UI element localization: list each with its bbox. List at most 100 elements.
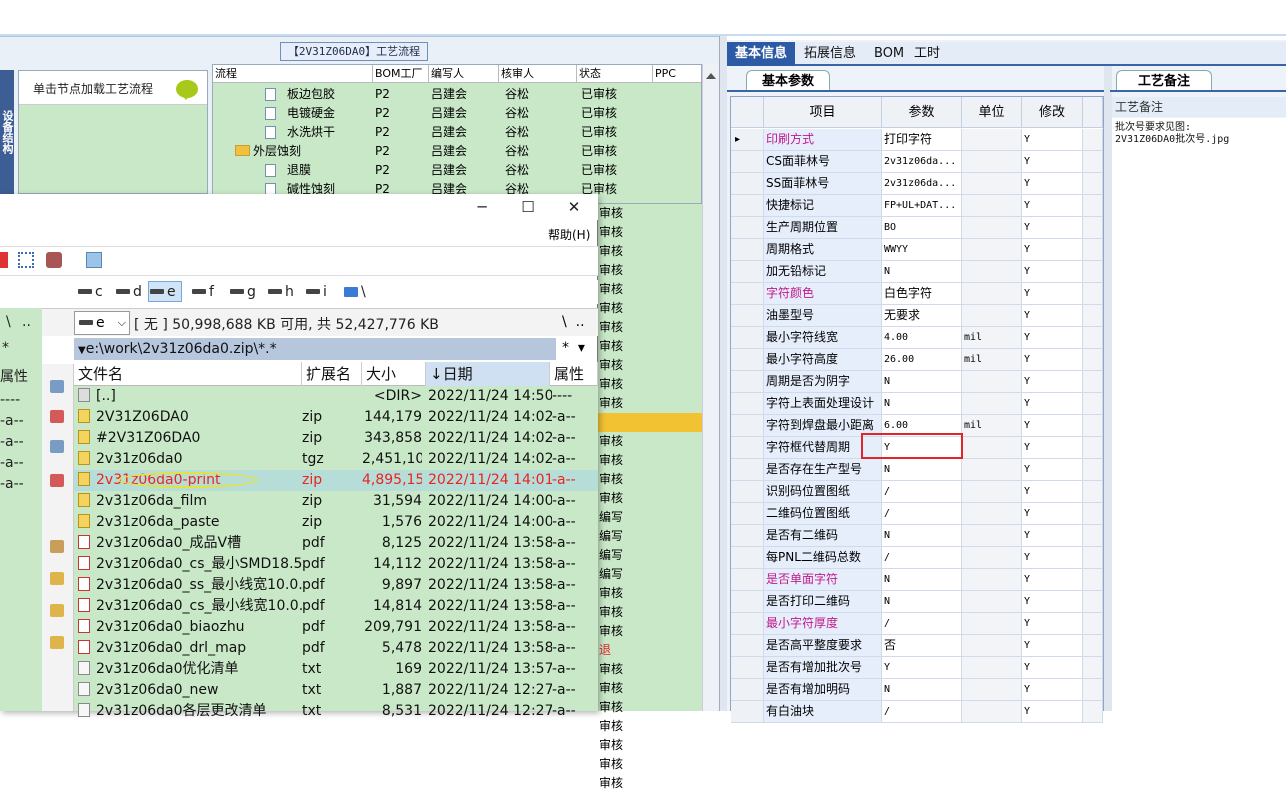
tree-header-flow[interactable]: 流程	[213, 65, 373, 83]
file-row[interactable]: 2v31z06da_paste zip 1,576 2022/11/24 14:00-…	[74, 512, 598, 533]
param-row[interactable]: 最小字符厚度 / Y	[731, 613, 1103, 635]
param-row[interactable]: 最小字符高度 26.00 mil Y	[731, 349, 1103, 371]
file-row[interactable]: 2v31z06da0优化清单 txt 169 2022/11/24 13:57 -a--	[74, 659, 598, 680]
file-row[interactable]: #2V31Z06DA0 zip 343,858 2022/11/24 14:02 -a-…	[74, 428, 598, 449]
param-modify[interactable]: Y	[1022, 239, 1083, 261]
param-row[interactable]: 字符上表面处理设计 N Y	[731, 393, 1103, 415]
file-row[interactable]: 2v31z06da0_ss_最小线宽10.0.. pdf 9,897 2022/11/…	[74, 575, 598, 596]
tree-header-ppc[interactable]: PPC	[653, 65, 701, 83]
param-modify[interactable]: Y	[1022, 173, 1083, 195]
notepad-icon[interactable]	[86, 252, 102, 268]
panel-splitter[interactable]	[719, 36, 727, 711]
search-icon[interactable]	[50, 380, 64, 393]
param-modify[interactable]: Y	[1022, 217, 1083, 239]
tree-row[interactable]: 板边包胶 P2 吕建会 谷松 已审核	[213, 85, 701, 104]
notes-text[interactable]: 批次号要求见图: 2V31Z06DA0批次号.jpg	[1112, 118, 1286, 711]
grid-header-param[interactable]: 参数	[882, 97, 962, 128]
param-value[interactable]: /	[882, 547, 962, 569]
param-row[interactable]: 有白油块 / Y	[731, 701, 1103, 723]
param-value[interactable]: N	[882, 591, 962, 613]
param-modify[interactable]: Y	[1022, 327, 1083, 349]
param-value[interactable]: 打印字符	[882, 129, 962, 151]
package-icon[interactable]	[46, 252, 62, 268]
file-row[interactable]: 2v31z06da_film zip 31,594 2022/11/24 14:00-…	[74, 491, 598, 512]
param-row[interactable]: 是否存在生产型号 N Y	[731, 459, 1103, 481]
notes-tab[interactable]: 工艺备注	[1116, 70, 1212, 92]
param-modify[interactable]: Y	[1022, 701, 1083, 723]
drive-combo[interactable]: e ⌵	[74, 311, 130, 335]
tree-row[interactable]: 外层蚀刻 P2 吕建会 谷松 已审核	[213, 142, 701, 161]
file-row[interactable]: 2v31z06da0_cs_最小SMD18.5 pdf 14,112 2022/11/…	[74, 554, 598, 575]
grid-icon[interactable]	[18, 252, 34, 268]
param-row[interactable]: 快捷标记 FP+UL+DAT... Y	[731, 195, 1103, 217]
drive-d[interactable]: d	[116, 284, 142, 300]
col-header-attr[interactable]: 属性	[550, 362, 598, 386]
current-path[interactable]: ▼e:\work\2v31z06da0.zip\*.*	[74, 338, 556, 360]
param-value[interactable]: 无要求	[882, 305, 962, 327]
grid-header-item[interactable]: 项目	[764, 97, 882, 128]
param-modify[interactable]: Y	[1022, 349, 1083, 371]
param-value[interactable]: N	[882, 371, 962, 393]
param-value[interactable]: WWYY	[882, 239, 962, 261]
file-row[interactable]: 2v31z06da0_成品V槽 pdf 8,125 2022/11/24 13:58-…	[74, 533, 598, 554]
process-tree[interactable]: 流程 BOM工厂 编写人 核审人 状态 PPC 板边包胶 P2 吕建会 谷松 已审核 电镀硬金 P2 吕建…	[212, 64, 702, 204]
param-modify[interactable]: Y	[1022, 591, 1083, 613]
tree-header-writer[interactable]: 编写人	[429, 65, 499, 83]
tab-extended-info[interactable]: 拓展信息	[796, 42, 864, 66]
close-button[interactable]: ✕	[554, 196, 594, 218]
folder-icon[interactable]	[50, 604, 64, 617]
delete-icon[interactable]	[0, 252, 8, 268]
param-row[interactable]: 字符颜色 白色字符 Y	[731, 283, 1103, 305]
param-value[interactable]: FP+UL+DAT...	[882, 195, 962, 217]
drive-i[interactable]: i	[306, 284, 327, 300]
file-row[interactable]: 2v31z06da0_cs_最小线宽10.0.. pdf 14,814 2022/11…	[74, 596, 598, 617]
param-value[interactable]: 4.00	[882, 327, 962, 349]
col-header-name[interactable]: 文件名	[74, 362, 302, 386]
param-modify[interactable]: Y	[1022, 437, 1083, 459]
new-folder-icon[interactable]	[50, 572, 64, 585]
param-row[interactable]: 油墨型号 无要求 Y	[731, 305, 1103, 327]
tree-header-reviewer[interactable]: 核审人	[499, 65, 577, 83]
param-row[interactable]: 每PNL二维码总数 / Y	[731, 547, 1103, 569]
file-row[interactable]: 2v31z06da0_biaozhu pdf 209,791 2022/11/24 1…	[74, 617, 598, 638]
maximize-button[interactable]: ☐	[508, 196, 548, 218]
file-row[interactable]: 2v31z06da0 tgz 2,451,103 2022/11/24 14:02-a…	[74, 449, 598, 470]
file-row[interactable]: 2v31z06da0各层更改清单 txt 8,531 2022/11/24 12:27…	[74, 701, 598, 722]
tree-header-status[interactable]: 状态	[577, 65, 653, 83]
find-file-icon[interactable]	[50, 410, 64, 423]
file-row[interactable]: 2v31z06da0_new txt 1,887 2022/11/24 12:27 -a…	[74, 680, 598, 701]
param-modify[interactable]: Y	[1022, 195, 1083, 217]
chat-bubble-icon[interactable]	[176, 80, 198, 100]
param-value[interactable]: BO	[882, 217, 962, 239]
param-row[interactable]: 是否打印二维码 N Y	[731, 591, 1103, 613]
drive-c[interactable]: c	[78, 284, 103, 300]
param-value[interactable]: 否	[882, 635, 962, 657]
param-value[interactable]: 2v31z06da...	[882, 151, 962, 173]
param-modify[interactable]: Y	[1022, 393, 1083, 415]
drive-h[interactable]: h	[268, 284, 294, 300]
param-value[interactable]: N	[882, 525, 962, 547]
param-modify[interactable]: Y	[1022, 679, 1083, 701]
param-modify[interactable]: Y	[1022, 283, 1083, 305]
param-modify[interactable]: Y	[1022, 305, 1083, 327]
param-value[interactable]: N	[882, 679, 962, 701]
tab-basic-info[interactable]: 基本信息	[727, 42, 796, 66]
side-strip[interactable]: 设备结构	[0, 70, 14, 194]
param-value[interactable]: 2v31z06da...	[882, 173, 962, 195]
file-row[interactable]: 2V31Z06DA0 zip 144,179 2022/11/24 14:02 -a--	[74, 407, 598, 428]
tree-scrollbar[interactable]	[702, 64, 718, 711]
param-modify[interactable]: Y	[1022, 261, 1083, 283]
param-modify[interactable]: Y	[1022, 635, 1083, 657]
param-value[interactable]: N	[882, 459, 962, 481]
param-modify[interactable]: Y	[1022, 525, 1083, 547]
param-value[interactable]: Y	[882, 657, 962, 679]
tree-row[interactable]: 电镀硬金 P2 吕建会 谷松 已审核	[213, 104, 701, 123]
param-modify[interactable]: Y	[1022, 547, 1083, 569]
tree-header-factory[interactable]: BOM工厂	[373, 65, 429, 83]
grid-header-unit[interactable]: 单位	[962, 97, 1022, 128]
param-modify[interactable]: Y	[1022, 569, 1083, 591]
param-value[interactable]: N	[882, 261, 962, 283]
param-row[interactable]: 是否有增加批次号 Y Y	[731, 657, 1103, 679]
param-row[interactable]: CS面菲林号 2v31z06da... Y	[731, 151, 1103, 173]
param-value[interactable]: /	[882, 613, 962, 635]
